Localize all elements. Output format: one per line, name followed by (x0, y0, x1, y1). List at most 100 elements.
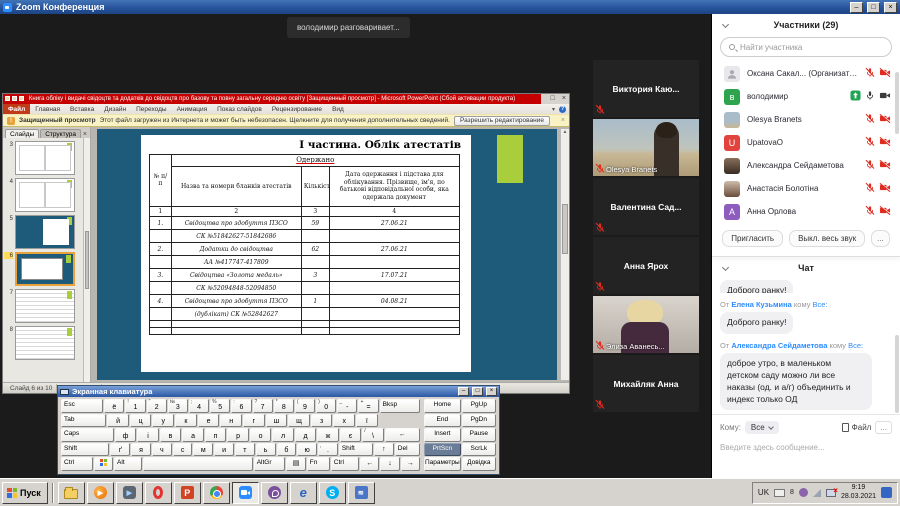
skype-taskbar-icon[interactable]: S (319, 482, 346, 504)
participants-header[interactable]: Участники (29) (712, 14, 900, 36)
video-tile[interactable]: Михайляк Анна (593, 355, 699, 412)
video-tile[interactable]: Валентина Сад... (593, 178, 699, 235)
invite-button[interactable]: Пригласить (722, 230, 783, 247)
network-disconnected-icon[interactable] (826, 489, 836, 497)
video-tile[interactable]: Olesya Branets (593, 119, 699, 176)
ribbon-tab-4[interactable]: Переходы (131, 104, 172, 114)
key-ф[interactable]: ф (115, 428, 137, 442)
tab-slides[interactable]: Слайды (5, 129, 39, 138)
warn-close-icon[interactable]: × (561, 117, 565, 124)
participants-scrollbar[interactable] (895, 72, 899, 134)
key-ScrLk[interactable]: ScrLk (462, 443, 496, 457)
key-AltGr[interactable]: AltGr (254, 457, 286, 471)
key-Caps[interactable]: Caps (61, 428, 114, 442)
key-в[interactable]: в (160, 428, 182, 442)
ribbon-tab-5[interactable]: Анимация (172, 104, 213, 114)
key-і[interactable]: і (137, 428, 159, 442)
video-tile[interactable]: Виктория Каю... (593, 60, 699, 117)
participant-row[interactable]: вволодимир (712, 85, 900, 108)
chevron-down-icon[interactable]: ▾ (552, 106, 555, 113)
key-Insert[interactable]: Insert (424, 428, 461, 442)
key-PrtScn[interactable]: PrtScn (424, 443, 461, 457)
participant-row[interactable]: Александра Сейдаметова (712, 154, 900, 177)
participant-row[interactable]: Olesya Branets (712, 108, 900, 131)
slide-thumbnail-5[interactable]: 5 (4, 215, 82, 249)
slides-scrollbar[interactable] (83, 138, 90, 382)
ie-taskbar-icon[interactable]: e (290, 482, 317, 504)
ribbon-tab-7[interactable]: Рецензирование (267, 104, 327, 114)
volume-icon[interactable] (813, 489, 821, 497)
key-о[interactable]: о (250, 428, 272, 442)
key-й[interactable]: й (107, 414, 129, 428)
key-Home[interactable]: Home (424, 399, 461, 413)
key-ь[interactable]: ь (256, 443, 276, 457)
keyboard-maximize-button[interactable]: □ (472, 387, 483, 396)
keyboard-close-button[interactable]: × (486, 387, 497, 396)
key-Del[interactable]: Del (395, 443, 420, 457)
key-м[interactable]: м (193, 443, 213, 457)
key-з[interactable]: з (311, 414, 333, 428)
key-blank[interactable] (143, 457, 252, 471)
key--[interactable]: _- (337, 399, 357, 413)
key-п[interactable]: п (205, 428, 227, 442)
key-ю[interactable]: ю (297, 443, 317, 457)
chrome-taskbar-icon[interactable] (203, 482, 230, 504)
participant-row[interactable]: UUpatovaO (712, 131, 900, 154)
folder-taskbar-icon[interactable] (58, 482, 85, 504)
key-е[interactable]: е (198, 414, 220, 428)
minimize-button[interactable]: – (850, 2, 863, 13)
participants-more-button[interactable]: ... (871, 230, 890, 247)
video-tile[interactable]: Анна Ярох (593, 237, 699, 294)
ribbon-tab-6[interactable]: Показ слайдов (212, 104, 267, 114)
key-ц[interactable]: ц (130, 414, 152, 428)
viber-taskbar-icon[interactable] (261, 482, 288, 504)
start-button[interactable]: Пуск (2, 482, 48, 504)
chat-message-input[interactable]: Введите здесь сообщение... (720, 443, 892, 452)
key-3[interactable]: №3 (168, 399, 188, 413)
ribbon-tab-1[interactable]: Главная (30, 104, 65, 114)
participant-row[interactable]: Анастасія Болотіна (712, 177, 900, 200)
key-т[interactable]: т (235, 443, 255, 457)
key-→[interactable]: → (401, 457, 420, 471)
video-tile[interactable]: Элиза Аванесь... (593, 296, 699, 353)
key-Alt[interactable]: Alt (114, 457, 142, 471)
key-5[interactable]: %5 (210, 399, 230, 413)
key-Bksp[interactable]: Bksp (380, 399, 420, 413)
wmp-taskbar-icon[interactable]: ▶ (87, 482, 114, 504)
key-0[interactable]: )0 (316, 399, 336, 413)
key-л[interactable]: л (272, 428, 294, 442)
key-д[interactable]: д (295, 428, 317, 442)
key-б[interactable]: б (277, 443, 297, 457)
language-indicator[interactable]: UK (758, 488, 769, 497)
msg-taskbar-icon[interactable]: ≋ (348, 482, 375, 504)
keyboard-layout-icon[interactable] (774, 489, 785, 497)
participant-search-input[interactable]: Найти участника (720, 37, 892, 57)
close-button[interactable]: × (884, 2, 897, 13)
key-є[interactable]: є (340, 428, 362, 442)
ppt-taskbar-icon[interactable]: P (174, 482, 201, 504)
key-7[interactable]: ?7 (253, 399, 273, 413)
key-н[interactable]: н (220, 414, 242, 428)
participant-row[interactable]: Оксана Сакал... (Организатор, я) (712, 62, 900, 85)
ppt-restore-button[interactable]: □ (551, 94, 555, 104)
key-Shift[interactable]: Shift (339, 443, 373, 457)
key-Ctrl[interactable]: Ctrl (331, 457, 359, 471)
key-1[interactable]: !1 (125, 399, 145, 413)
key-а[interactable]: а (182, 428, 204, 442)
key-End[interactable]: End (424, 414, 461, 428)
win-key[interactable] (94, 457, 113, 471)
chat-file-button[interactable]: Файл (842, 423, 872, 432)
key-2[interactable]: "2 (147, 399, 167, 413)
opera-taskbar-icon[interactable] (145, 482, 172, 504)
key-↓[interactable]: ↓ (380, 457, 399, 471)
tab-outline[interactable]: Структура (40, 129, 81, 138)
key-↑[interactable]: ↑ (374, 443, 394, 457)
key-ч[interactable]: ч (152, 443, 172, 457)
slide-thumbnail-8[interactable]: 8 (4, 326, 82, 360)
key-Довідка[interactable]: Довідка (462, 457, 496, 471)
key-ё[interactable]: ё (104, 399, 124, 413)
mute-all-button[interactable]: Выкл. весь звук (789, 230, 865, 247)
key-Tab[interactable]: Tab (61, 414, 106, 428)
key-г[interactable]: г (243, 414, 265, 428)
key-щ[interactable]: щ (288, 414, 310, 428)
